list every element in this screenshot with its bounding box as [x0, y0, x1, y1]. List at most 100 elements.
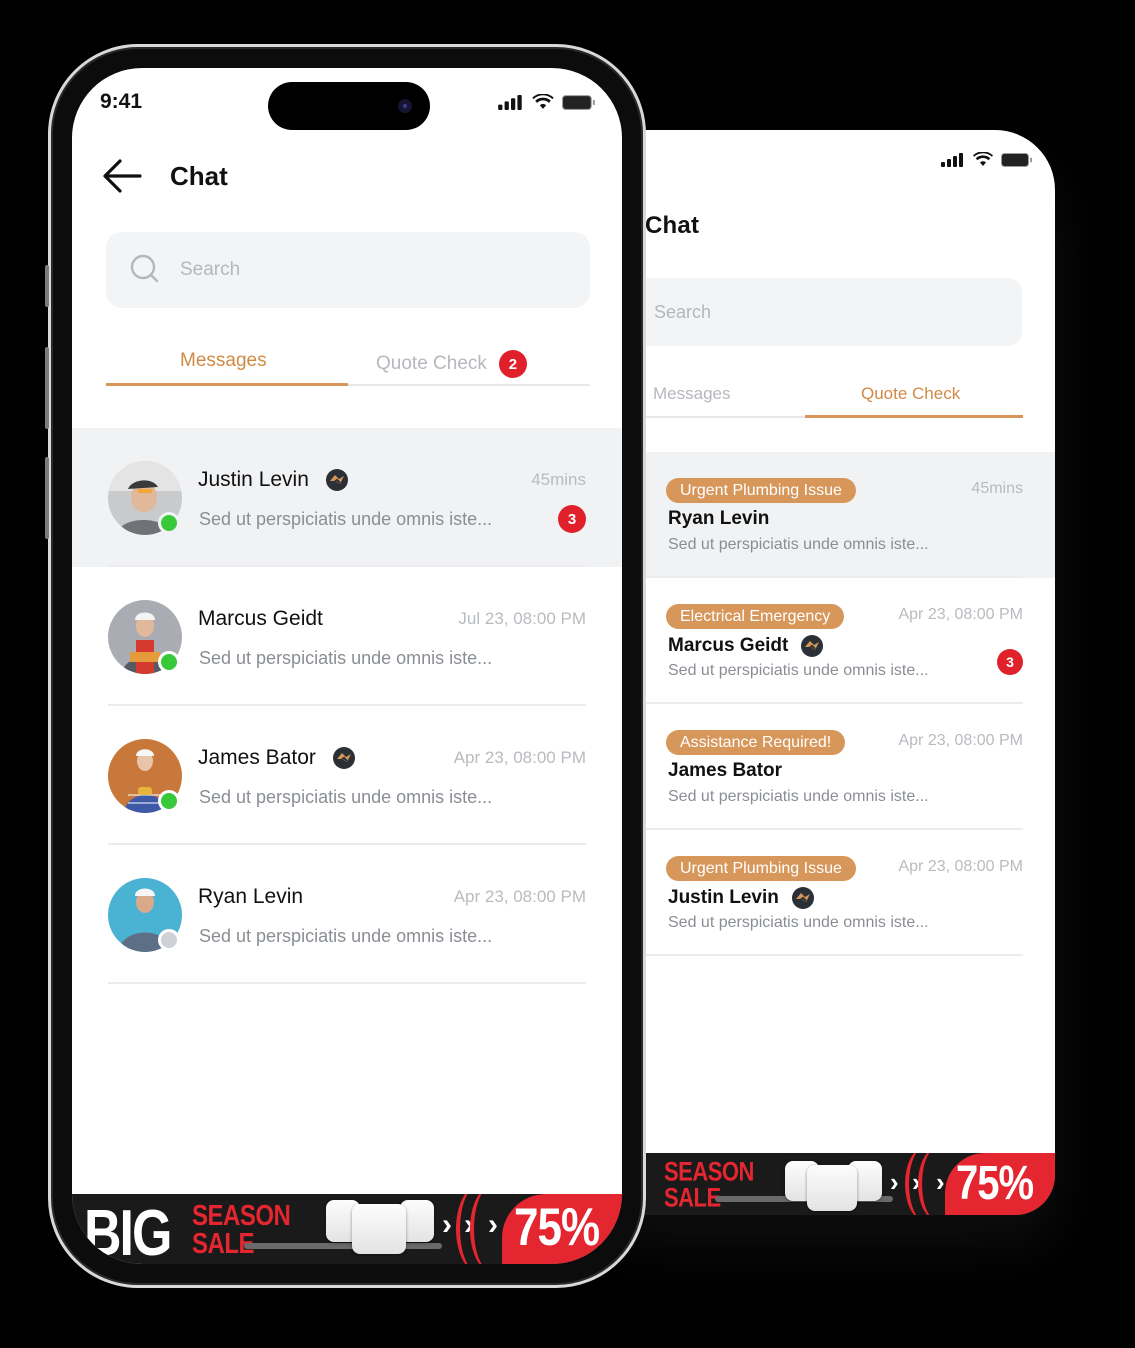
status-time: 9:41: [100, 90, 143, 113]
offline-status-indicator: [158, 929, 180, 951]
promo-banner[interactable]: BIG SEASON SALE › › › 75%: [72, 1194, 622, 1264]
back-search-input[interactable]: Search: [630, 278, 1022, 346]
earbuds-case-image: [352, 1204, 406, 1254]
page-title: Chat: [170, 160, 228, 191]
contact-name: Marcus Geidt: [198, 607, 323, 631]
unread-count-badge: 3: [558, 505, 586, 533]
volume-down-button: [45, 457, 49, 539]
back-phone: Chat Search Messages Quote Check Urgent …: [600, 130, 1055, 1215]
tab-bar: Messages Quote Check 2: [106, 340, 590, 386]
wifi-icon: [973, 152, 993, 166]
sender-name: Ryan Levin: [668, 508, 770, 529]
signal-icon: [498, 94, 522, 110]
search-icon: [130, 254, 159, 283]
quote-sender: James Bator: [668, 760, 782, 782]
message-time: Apr 23, 08:00 PM: [453, 887, 586, 906]
back-promo-banner[interactable]: SEASON SALE › › › 75%: [600, 1153, 1055, 1215]
message-preview: Sed ut perspiciatis unde omnis iste...: [199, 509, 493, 529]
signal-icon: [941, 152, 963, 167]
conversation-item[interactable]: Justin Levin 45mins Sed ut perspiciatis …: [72, 428, 622, 567]
conversation-list: Justin Levin 45mins Sed ut perspiciatis …: [72, 428, 622, 984]
back-search-placeholder: Search: [654, 302, 712, 322]
quote-sender: Marcus Geidt: [668, 634, 824, 658]
tab-label: Messages: [180, 350, 267, 371]
message-preview: Sed ut perspiciatis unde omnis iste...: [199, 926, 493, 946]
message-preview: Sed ut perspiciatis unde omnis iste...: [199, 648, 493, 668]
quote-item[interactable]: Electrical Emergency Apr 23, 08:00 PM Ma…: [600, 578, 1055, 704]
back-tab-quote-check[interactable]: Quote Check: [861, 384, 960, 404]
contact-name-text: Ryan Levin: [198, 885, 304, 908]
volume-up-button: [45, 347, 49, 429]
status-icons: [498, 94, 596, 110]
battery-icon: [562, 94, 595, 110]
quote-time: Apr 23, 08:00 PM: [898, 732, 1023, 749]
dynamic-island: [268, 82, 430, 130]
banner-season-text: SEASON: [664, 1156, 754, 1187]
sender-name: James Bator: [668, 760, 783, 781]
message-time: Jul 23, 08:00 PM: [458, 609, 586, 628]
online-status-indicator: [158, 651, 180, 673]
tab-quote-check[interactable]: Quote Check 2: [376, 350, 527, 378]
divider: [645, 954, 1023, 956]
verified-badge-icon: [801, 635, 824, 657]
contact-name: Justin Levin: [198, 468, 349, 492]
quote-preview: Sed ut perspiciatis unde omnis iste...: [668, 788, 929, 805]
contact-name: James Bator: [198, 746, 356, 770]
quote-list: Urgent Plumbing Issue 45mins Ryan Levin …: [600, 452, 1055, 956]
quote-item[interactable]: Urgent Plumbing Issue Apr 23, 08:00 PM J…: [600, 830, 1055, 956]
tab-label: Quote Check: [376, 353, 487, 374]
conversation-item[interactable]: Ryan Levin Apr 23, 08:00 PM Sed ut persp…: [72, 845, 622, 984]
tab-active-indicator: [106, 383, 348, 386]
banner-bar: [244, 1243, 442, 1249]
quote-tag: Urgent Plumbing Issue: [666, 856, 856, 881]
online-status-indicator: [158, 512, 180, 534]
verified-badge-icon: [791, 887, 814, 909]
quote-item[interactable]: Assistance Required! Apr 23, 08:00 PM Ja…: [600, 704, 1055, 830]
quote-time: Apr 23, 08:00 PM: [898, 858, 1023, 875]
message-preview: Sed ut perspiciatis unde omnis iste...: [199, 787, 493, 807]
action-button: [45, 265, 49, 307]
banner-discount: 75%: [514, 1198, 600, 1257]
search-input[interactable]: [180, 254, 560, 286]
front-phone: 9:41 Chat Messages Quote Check 2: [45, 44, 646, 1288]
back-tab-active-indicator: [805, 415, 1023, 418]
sender-name: Marcus Geidt: [668, 635, 789, 656]
earbuds-case-image: [807, 1165, 857, 1211]
back-tab-messages[interactable]: Messages: [653, 384, 730, 404]
arrow-left-icon[interactable]: [102, 158, 142, 194]
tab-messages[interactable]: Messages: [180, 350, 267, 372]
banner-big-text: BIG: [84, 1197, 172, 1264]
contact-name-text: Marcus Geidt: [198, 607, 323, 630]
battery-icon: [1001, 152, 1032, 167]
verified-badge-icon: [332, 747, 355, 769]
wifi-icon: [532, 94, 554, 109]
chevron-right-icon: ›: [890, 1167, 899, 1197]
quote-sender: Justin Levin: [668, 886, 815, 910]
page-header: Chat: [102, 158, 228, 194]
verified-badge-icon: [325, 469, 348, 491]
conversation-item[interactable]: Marcus Geidt Jul 23, 08:00 PM Sed ut per…: [72, 567, 622, 706]
quote-sender: Ryan Levin: [668, 508, 769, 530]
chevron-right-icon: ›: [442, 1208, 452, 1241]
contact-name: Ryan Levin: [198, 885, 303, 909]
back-tab-bar: Messages Quote Check: [645, 378, 1023, 418]
chevron-right-icon: ›: [936, 1167, 945, 1197]
quote-time: Apr 23, 08:00 PM: [898, 606, 1023, 623]
tab-badge: 2: [498, 350, 527, 378]
quote-time: 45mins: [971, 480, 1023, 497]
quote-item[interactable]: Urgent Plumbing Issue 45mins Ryan Levin …: [600, 452, 1055, 578]
banner-sale-text: SALE: [664, 1182, 721, 1213]
mockup-stage: Chat Search Messages Quote Check Urgent …: [0, 0, 1135, 1348]
back-status-icons: [941, 152, 1033, 167]
conversation-item[interactable]: James Bator Apr 23, 08:00 PM Sed ut pers…: [72, 706, 622, 845]
banner-discount: 75%: [956, 1157, 1034, 1210]
search-bar[interactable]: [106, 232, 590, 308]
unread-count-badge: 3: [997, 649, 1023, 675]
banner-season-text: SEASON: [192, 1199, 291, 1232]
quote-preview: Sed ut perspiciatis unde omnis iste...: [668, 662, 929, 679]
back-phone-screen: Chat Search Messages Quote Check Urgent …: [600, 130, 1055, 1215]
camera-icon: [398, 99, 412, 113]
quote-preview: Sed ut perspiciatis unde omnis iste...: [668, 914, 929, 931]
message-time: 45mins: [531, 470, 586, 489]
message-time: Apr 23, 08:00 PM: [453, 748, 586, 767]
